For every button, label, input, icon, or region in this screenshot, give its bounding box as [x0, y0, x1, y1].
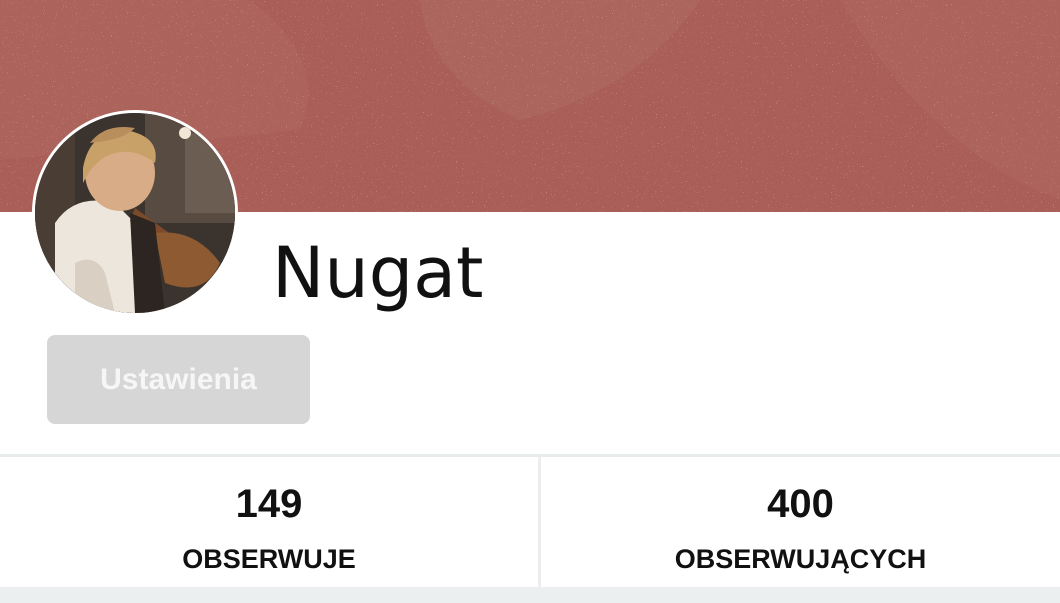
followers-count: 400 [767, 482, 834, 526]
avatar[interactable] [32, 110, 238, 316]
following-stat[interactable]: 149 OBSERWUJE [0, 457, 538, 587]
content-separator [0, 587, 1060, 603]
following-label: OBSERWUJE [182, 544, 356, 574]
settings-button[interactable]: Ustawienia [47, 335, 310, 424]
profile-username: Nugat [272, 232, 484, 314]
following-count: 149 [235, 482, 303, 526]
followers-label: OBSERWUJĄCYCH [674, 544, 927, 574]
followers-stat[interactable]: 400 OBSERWUJĄCYCH [541, 457, 1060, 587]
